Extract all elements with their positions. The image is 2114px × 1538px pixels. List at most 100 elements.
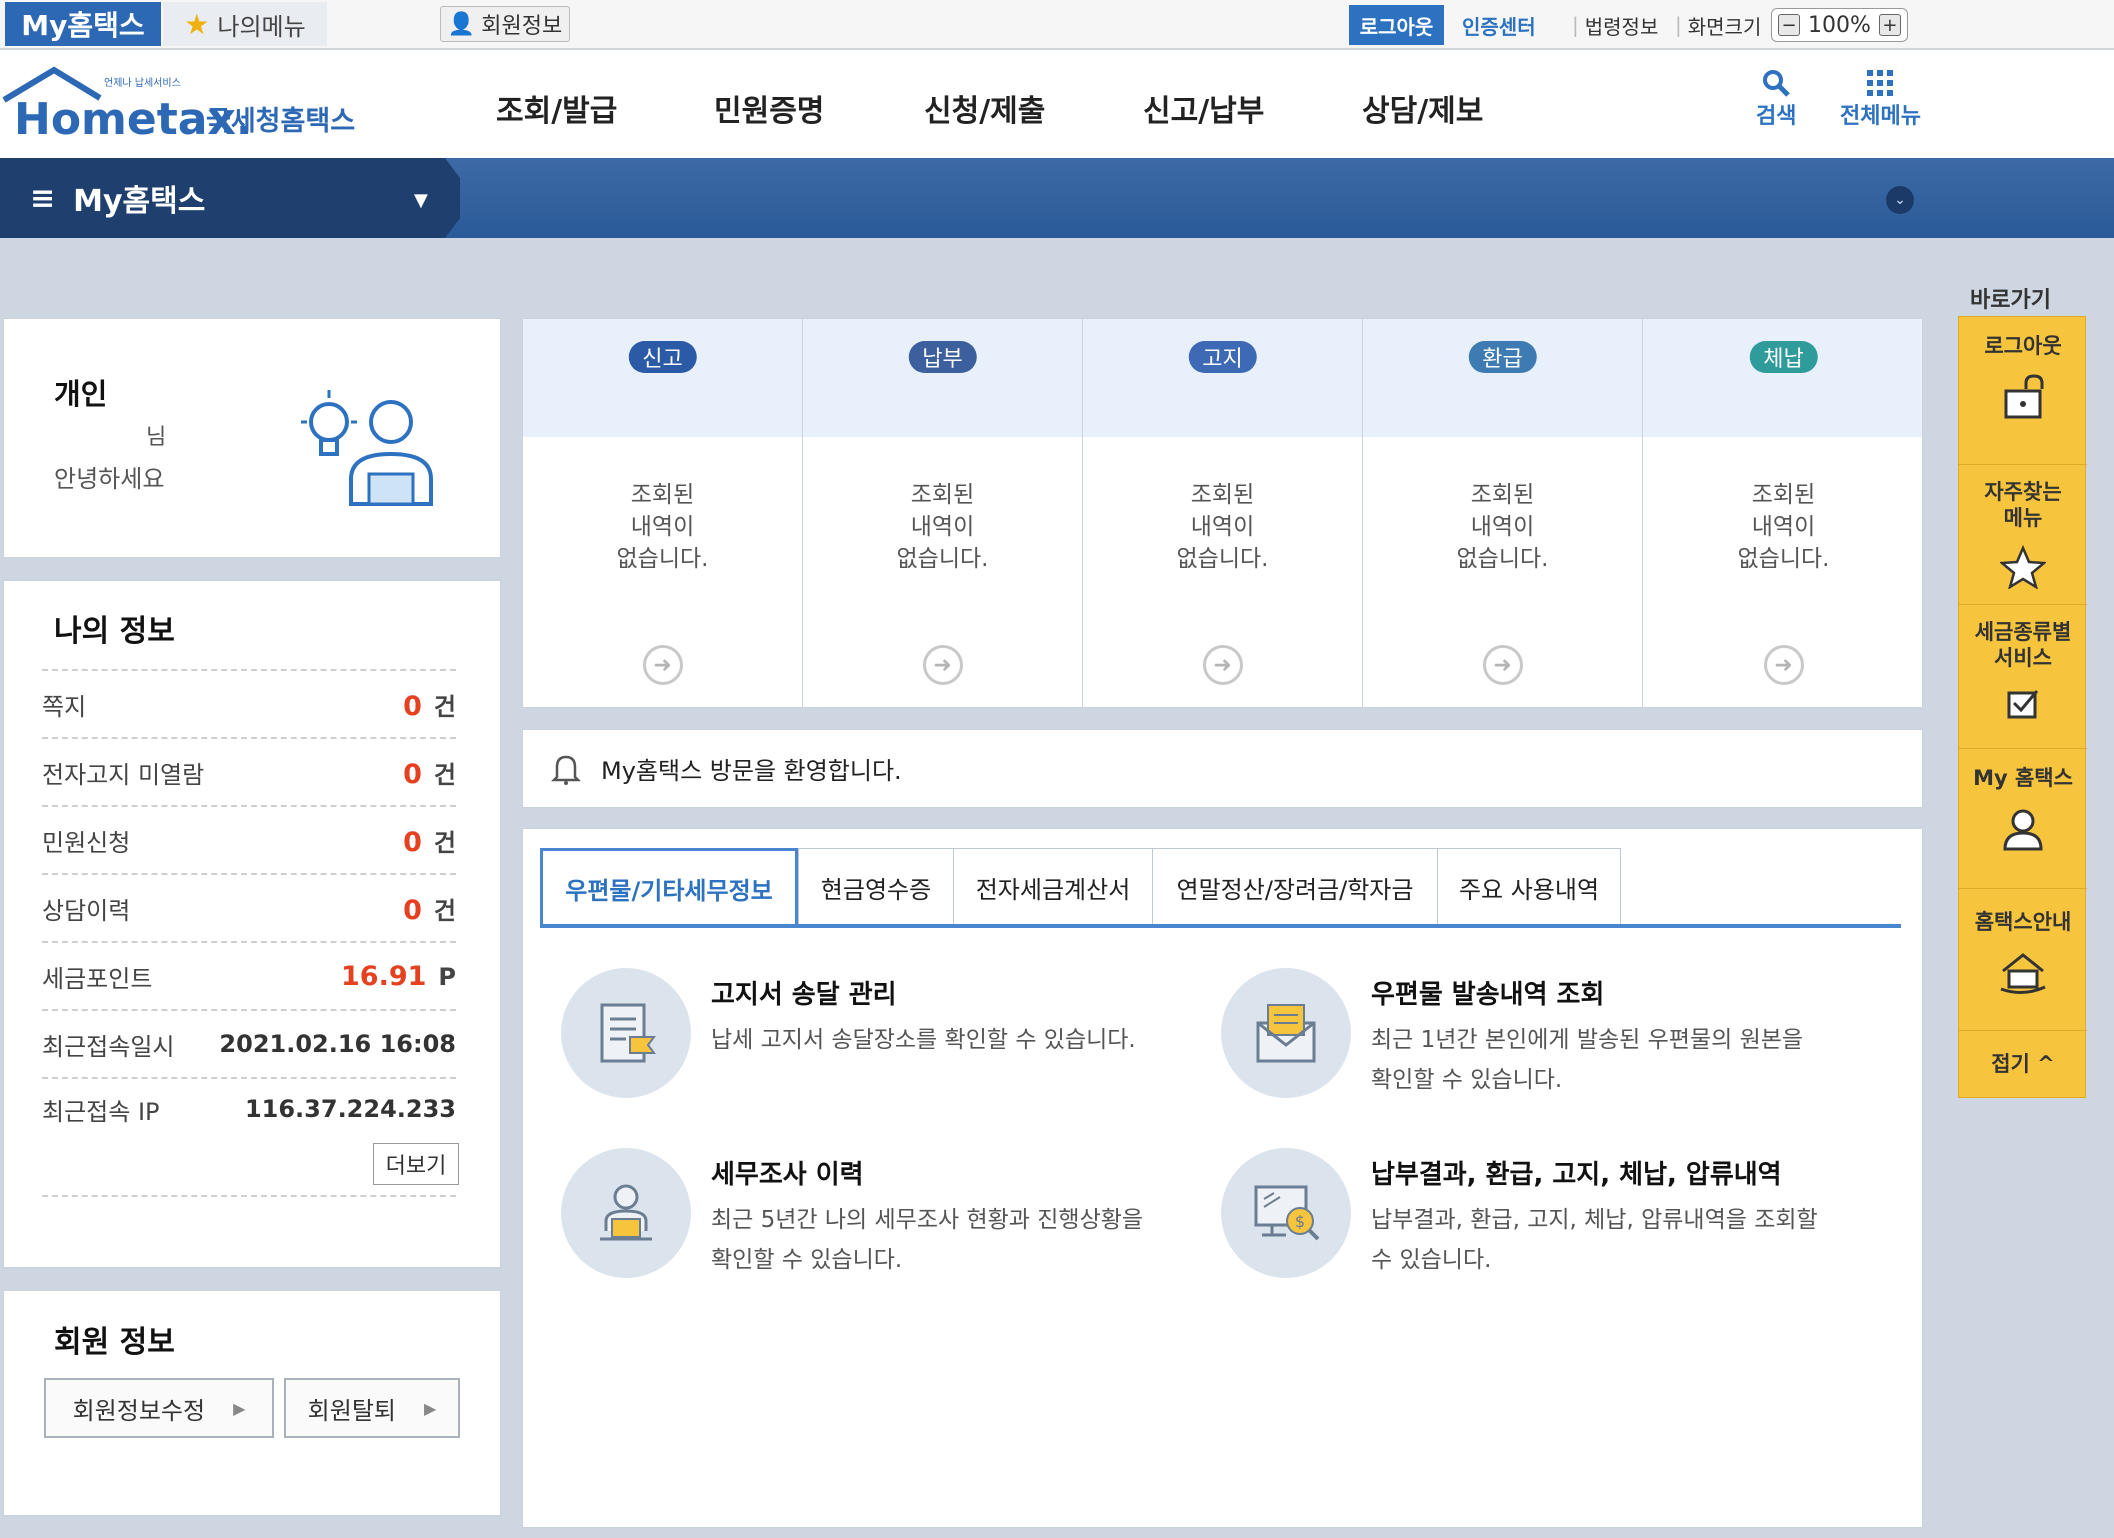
status-pill: 납부 [908, 341, 977, 373]
service-desc: 최근 1년간 본인에게 발송된 우편물의 원본을 확인할 수 있습니다. [1371, 1027, 1804, 1093]
info-unit: 건 [433, 896, 456, 925]
zoom-level: 100% [1808, 12, 1871, 38]
status-header [803, 319, 1082, 437]
tab-usage-history[interactable]: 주요 사용내역 [1437, 848, 1621, 926]
info-value: 0 [403, 758, 422, 790]
sub-nav-title[interactable]: ≡ My홈택스 [30, 176, 205, 220]
quick-item-favorites[interactable]: 자주찾는 메뉴 [1959, 465, 2087, 605]
service-desc: 납부결과, 환급, 고지, 체납, 압류내역을 조회할 수 있습니다. [1371, 1207, 1818, 1273]
info-row-consult[interactable]: 상담이력 0 건 [42, 873, 456, 941]
status-col-notice[interactable]: 고지 조회된 내역이 없습니다. ➜ [1083, 319, 1363, 707]
info-value: 0 [403, 690, 422, 722]
info-unit: 건 [433, 760, 456, 789]
service-title: 우편물 발송내역 조회 [1371, 980, 1605, 1010]
info-value: 2021.02.16 16:08 [219, 1030, 456, 1058]
status-col-arrears[interactable]: 체납 조회된 내역이 없습니다. ➜ [1643, 319, 1922, 707]
arrow-right-icon[interactable]: ➜ [1763, 645, 1804, 685]
user-name-suffix: 님 [146, 425, 167, 450]
status-message: 조회된 내역이 없습니다. [896, 482, 989, 572]
star-outline-icon [2000, 545, 2046, 589]
law-info-link[interactable]: | 법령정보 [1572, 5, 1658, 45]
bell-icon [551, 755, 581, 785]
status-message: 조회된 내역이 없습니다. [1737, 482, 1830, 572]
person-icon: 👤 [447, 11, 476, 37]
info-value: 0 [403, 894, 422, 926]
more-button[interactable]: 더보기 [373, 1143, 459, 1185]
quick-item-label: My 홈택스 [1973, 766, 2073, 790]
hometax-logo[interactable]: 언제나 납세서비스 Hometax. 국세청홈택스 [0, 62, 365, 152]
person-laptop-icon [561, 1148, 691, 1278]
info-label: 민원신청 [42, 828, 131, 857]
edit-member-label: 회원정보수정 [72, 1396, 206, 1425]
status-col-report[interactable]: 신고 조회된 내역이 없습니다. ➜ [523, 319, 803, 707]
status-message: 조회된 내역이 없습니다. [1456, 482, 1549, 572]
tab-year-end[interactable]: 연말정산/장려금/학자금 [1152, 848, 1438, 926]
info-label: 세금포인트 [42, 964, 153, 993]
all-menu-button[interactable]: 전체메뉴 [1840, 68, 1921, 130]
withdraw-button[interactable]: 회원탈퇴 ▶ [284, 1378, 460, 1438]
arrow-right-icon[interactable]: ➜ [1482, 645, 1523, 685]
quick-item-tax-services[interactable]: 세금종류별 서비스 [1959, 605, 2087, 749]
service-title: 고지서 송달 관리 [711, 980, 897, 1010]
logout-button[interactable]: 로그아웃 [1349, 5, 1444, 45]
quick-item-guide[interactable]: 홈택스안내 [1959, 889, 2087, 1031]
service-desc: 최근 5년간 나의 세무조사 현황과 진행상황을 확인할 수 있습니다. [711, 1207, 1144, 1273]
auth-center-link[interactable]: 인증센터 [1462, 5, 1536, 45]
quick-fold-button[interactable]: 접기 ^ [1959, 1031, 2087, 1097]
quick-item-myhometax[interactable]: My 홈택스 [1959, 749, 2087, 889]
all-menu-label: 전체메뉴 [1840, 104, 1921, 129]
expand-circle-icon[interactable]: ⌄ [1886, 186, 1914, 214]
gnb-item-apply[interactable]: 신청/제출 [924, 86, 1045, 130]
service-audit-history[interactable]: 세무조사 이력 최근 5년간 나의 세무조사 현황과 진행상황을 확인할 수 있… [561, 1148, 1221, 1298]
arrow-right-icon[interactable]: ➜ [922, 645, 963, 685]
member-info-button[interactable]: 👤 회원정보 [440, 6, 570, 42]
info-row-last-login: 최근접속일시 2021.02.16 16:08 [42, 1009, 456, 1077]
tab-mail-tax-info[interactable]: 우편물/기타세무정보 [540, 848, 798, 926]
info-label: 상담이력 [42, 896, 131, 925]
quick-bar: 로그아웃 자주찾는 메뉴 세금종류별 서비스 My 홈택스 홈택스안내 접기 ^ [1958, 316, 2087, 1098]
tab-cash-receipt[interactable]: 현금영수증 [798, 848, 954, 926]
gnb-item-consult[interactable]: 상담/제보 [1362, 86, 1483, 130]
gnb-item-inquiry[interactable]: 조회/발급 [496, 86, 617, 130]
arrow-right-icon[interactable]: ➜ [642, 645, 683, 685]
service-bill-delivery[interactable]: 고지서 송달 관리 납세 고지서 송달장소를 확인할 수 있습니다. [561, 968, 1221, 1118]
info-row-e-notice[interactable]: 전자고지 미열람 0 건 [42, 737, 456, 805]
info-row-message[interactable]: 쪽지 0 건 [42, 669, 456, 737]
search-button[interactable]: 검색 [1756, 68, 1796, 130]
tab-myhometax-label: My홈택스 [21, 9, 145, 42]
info-unit: 건 [433, 692, 456, 721]
status-header [1363, 319, 1642, 437]
zoom-control: − 100% + [1771, 8, 1908, 42]
status-col-payment[interactable]: 납부 조회된 내역이 없습니다. ➜ [803, 319, 1083, 707]
service-mail-history[interactable]: 우편물 발송내역 조회 최근 1년간 본인에게 발송된 우편물의 원본을 확인할… [1221, 968, 1881, 1118]
notice-text: My홈택스 방문을 환영합니다. [601, 757, 902, 785]
screen-size-text: 화면크기 [1687, 14, 1762, 39]
quick-item-label: 세금종류별 서비스 [1974, 620, 2072, 670]
chevron-right-icon: ▶ [424, 1398, 437, 1418]
gnb-item-report[interactable]: 신고/납부 [1143, 86, 1264, 130]
my-info-title: 나의 정보 [54, 614, 175, 649]
tab-e-tax-invoice[interactable]: 전자세금계산서 [953, 848, 1153, 926]
status-pill: 신고 [628, 341, 697, 373]
tab-myhometax[interactable]: My홈택스 [5, 2, 161, 46]
home-hand-icon [2000, 953, 2046, 994]
status-header [1083, 319, 1362, 437]
zoom-out-button[interactable]: − [1778, 14, 1800, 36]
info-label: 최근접속일시 [42, 1032, 175, 1061]
service-payment-results[interactable]: $ 납부결과, 환급, 고지, 체납, 압류내역 납부결과, 환급, 고지, 체… [1221, 1148, 1881, 1298]
divider [42, 1195, 456, 1197]
info-row-tax-point[interactable]: 세금포인트 16.91 P [42, 941, 456, 1009]
info-value: 0 [403, 826, 422, 858]
logo-graphic: 언제나 납세서비스 Hometax. 국세청홈택스 [2, 66, 355, 145]
info-row-civil[interactable]: 민원신청 0 건 [42, 805, 456, 873]
edit-member-button[interactable]: 회원정보수정 ▶ [44, 1378, 274, 1438]
zoom-in-button[interactable]: + [1878, 14, 1901, 36]
status-col-refund[interactable]: 환급 조회된 내역이 없습니다. ➜ [1363, 319, 1643, 707]
tab-mymenu[interactable]: ★ 나의메뉴 [163, 2, 327, 46]
status-pill: 체납 [1749, 341, 1818, 373]
quick-item-logout[interactable]: 로그아웃 [1959, 317, 2087, 465]
arrow-right-icon[interactable]: ➜ [1202, 645, 1243, 685]
gnb-item-civil[interactable]: 민원증명 [714, 86, 824, 130]
info-label: 전자고지 미열람 [42, 760, 205, 789]
caret-down-icon[interactable]: ▼ [414, 190, 428, 211]
